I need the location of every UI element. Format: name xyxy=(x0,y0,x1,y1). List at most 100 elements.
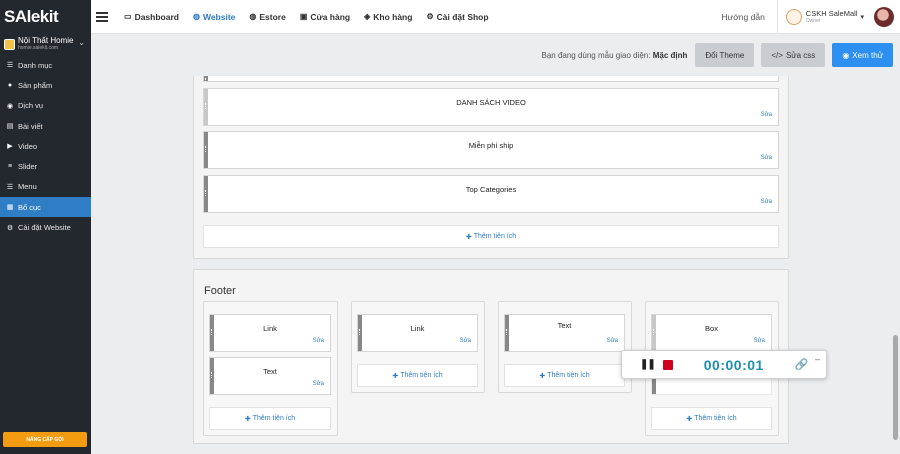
theme-bar: Bạn đang dùng mẫu giao diện: Mặc định Đổ… xyxy=(91,34,900,76)
sidebar-item-label: Bố cục xyxy=(18,202,41,212)
gear-icon: ⚙ xyxy=(6,224,14,232)
user-menu[interactable]: CSKH SaleMall Owner xyxy=(805,9,858,25)
button-label: Đổi Theme xyxy=(705,50,745,60)
sidebar-item-bo-cuc[interactable]: ▦ Bố cục xyxy=(0,197,91,218)
button-label: Thêm tiện ích xyxy=(694,415,737,422)
widget: Miễn phí ship Sửa xyxy=(203,131,779,169)
sidebar-item-menu[interactable]: ☰ Menu xyxy=(0,177,91,197)
widget: Text Sửa xyxy=(209,357,331,395)
nav-kho-hang[interactable]: ◈ Kho hàng xyxy=(364,12,412,22)
drag-handle[interactable] xyxy=(204,176,208,212)
add-widget-button[interactable]: ✚ Thêm tiện ích xyxy=(203,225,779,248)
widget-title: DANH SÁCH VIDEO xyxy=(456,98,526,107)
cube-icon: ● xyxy=(7,81,13,89)
store-icon: ▣ xyxy=(299,12,308,21)
edit-link[interactable]: Sửa xyxy=(761,199,772,205)
drag-handle[interactable] xyxy=(210,358,214,394)
plus-icon: ✚ xyxy=(244,415,251,423)
shop-avatar xyxy=(4,38,15,50)
globe-icon: ◍ xyxy=(192,12,200,21)
sidebar-item-danh-muc[interactable]: ☰ Danh mục xyxy=(0,55,91,75)
widget-title: Link xyxy=(410,324,425,333)
shop-name: Nội Thất Homie xyxy=(18,36,74,45)
widget: DANH SÁCH VIDEO Sửa xyxy=(203,88,779,126)
avatar[interactable] xyxy=(874,7,894,27)
pause-icon[interactable]: ❚❚ xyxy=(640,359,656,370)
play-icon: ▶ xyxy=(7,143,13,151)
globe-icon: ◉ xyxy=(6,102,14,110)
nav-cua-hang[interactable]: ▣ Cửa hàng xyxy=(300,12,350,22)
preview-button[interactable]: ◉ Xem thử xyxy=(832,43,893,67)
screen-recorder-widget: ❚❚ 00:00:01 🔗 – xyxy=(621,350,827,379)
add-widget-button[interactable]: ✚ Thêm tiện ích xyxy=(209,407,331,430)
sidebar-item-san-pham[interactable]: ● Sản phẩm xyxy=(0,75,91,95)
sidebar: SAlekit Nội Thất Homie homie.salekit.com… xyxy=(0,0,91,454)
chevron-down-icon[interactable]: ⌄ xyxy=(78,38,85,47)
sidebar-item-label: Video xyxy=(18,141,38,151)
nav-estore[interactable]: ◍ Estore xyxy=(249,12,285,22)
edit-link[interactable]: Sửa xyxy=(761,155,772,161)
sidebar-item-dich-vu[interactable]: ◉ Dịch vụ xyxy=(0,96,91,116)
edit-css-button[interactable]: </> Sửa css xyxy=(761,43,826,67)
user-name: CSKH SaleMall xyxy=(805,9,858,18)
eye-icon: ◉ xyxy=(842,50,850,60)
minimize-icon[interactable]: – xyxy=(815,354,820,364)
sidebar-item-slider[interactable]: ≡ Slider xyxy=(0,156,91,176)
widget-partial xyxy=(203,76,779,84)
nav-label: Kho hàng xyxy=(373,11,413,22)
upgrade-button[interactable]: NÂNG CẤP GÓI xyxy=(3,432,87,447)
drag-handle[interactable] xyxy=(204,76,208,84)
shop-switcher[interactable]: Nội Thất Homie homie.salekit.com ⌄ xyxy=(0,34,91,54)
gear-icon: ⚙ xyxy=(426,12,434,21)
edit-link[interactable]: Sửa xyxy=(607,338,618,344)
sidebar-item-label: Bài viết xyxy=(18,121,43,131)
widget-title: Top Categories xyxy=(465,185,517,194)
stop-icon[interactable] xyxy=(662,359,673,370)
drag-handle[interactable] xyxy=(210,315,214,351)
help-link[interactable]: Hướng dẫn xyxy=(721,12,764,22)
recording-timer: 00:00:01 xyxy=(703,356,764,373)
change-theme-button[interactable]: Đổi Theme xyxy=(695,43,755,67)
link-icon[interactable]: 🔗 xyxy=(795,358,809,371)
newspaper-icon: ▤ xyxy=(6,123,14,131)
drag-handle[interactable] xyxy=(652,315,656,351)
plus-icon: ✚ xyxy=(686,415,693,423)
sliders-icon: ≡ xyxy=(7,163,13,171)
plus-icon: ✚ xyxy=(539,372,546,380)
user-logo xyxy=(785,9,802,25)
footer-title: Footer xyxy=(204,285,236,297)
plus-icon: ✚ xyxy=(465,233,472,241)
widget-title: Link xyxy=(263,324,277,333)
sidebar-item-bai-viet[interactable]: ▤ Bài viết xyxy=(0,116,91,136)
drag-handle[interactable] xyxy=(358,315,362,351)
edit-link[interactable]: Sửa xyxy=(313,381,324,387)
divider xyxy=(776,0,778,34)
sidebar-item-label: Danh mục xyxy=(18,60,53,70)
sidebar-item-cai-dat-website[interactable]: ⚙ Cài đặt Website xyxy=(0,217,91,237)
nav-label: Cài đặt Shop xyxy=(436,11,489,22)
layout-icon: ▦ xyxy=(6,204,14,212)
drag-handle[interactable] xyxy=(204,132,208,168)
nav-dashboard[interactable]: ▭ Dashboard xyxy=(124,12,179,22)
button-label: Sửa css xyxy=(785,50,816,60)
add-widget-button[interactable]: ✚ Thêm tiện ích xyxy=(651,407,772,430)
widget: Box Sửa xyxy=(651,314,772,352)
scrollbar-thumb[interactable] xyxy=(893,335,898,440)
nav-label: Website xyxy=(202,11,236,22)
code-icon: </> xyxy=(771,50,783,60)
button-label: Thêm tiện ích xyxy=(400,372,443,379)
list-icon: ☰ xyxy=(6,62,14,70)
add-widget-button[interactable]: ✚ Thêm tiện ích xyxy=(357,364,478,387)
nav-cai-dat-shop[interactable]: ⚙ Cài đặt Shop xyxy=(426,12,488,22)
edit-link[interactable]: Sửa xyxy=(460,338,471,344)
sidebar-item-video[interactable]: ▶ Video xyxy=(0,136,91,156)
hamburger-icon[interactable] xyxy=(96,10,108,24)
drag-handle[interactable] xyxy=(204,89,208,125)
edit-link[interactable]: Sửa xyxy=(754,338,765,344)
nav-website[interactable]: ◍ Website xyxy=(193,12,235,22)
edit-link[interactable]: Sửa xyxy=(313,338,324,344)
add-widget-button[interactable]: ✚ Thêm tiện ích xyxy=(504,364,625,387)
app-logo[interactable]: SAlekit xyxy=(0,0,91,34)
edit-link[interactable]: Sửa xyxy=(761,112,772,118)
caret-down-icon[interactable]: ▾ xyxy=(860,13,864,21)
